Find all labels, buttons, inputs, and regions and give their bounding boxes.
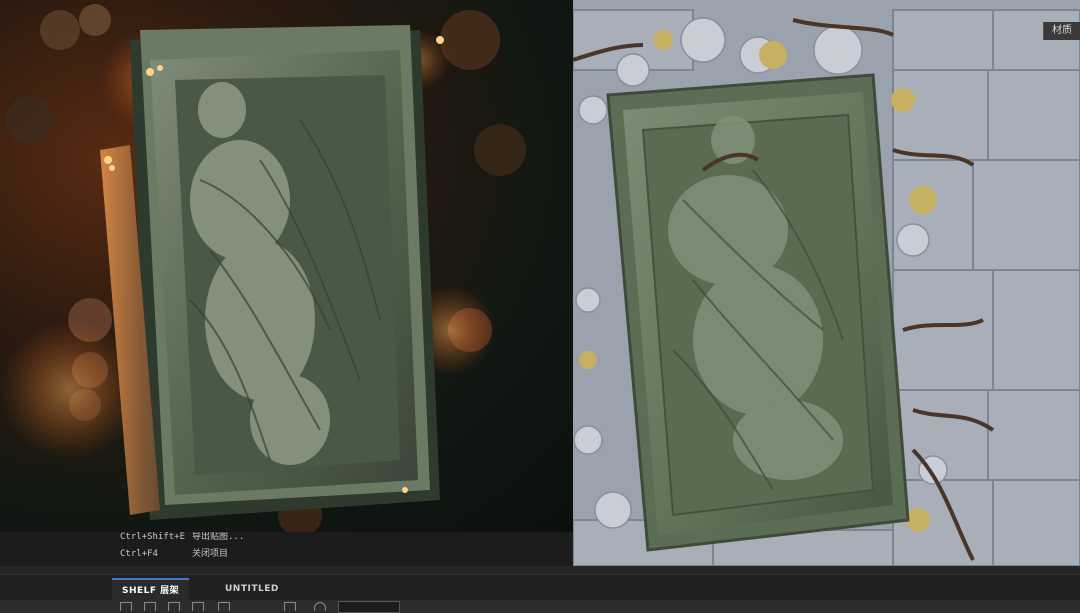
circle-icon[interactable] <box>314 602 326 611</box>
layers-icon[interactable] <box>144 602 156 611</box>
folder-icon[interactable] <box>120 602 132 611</box>
scissors-icon[interactable] <box>192 602 204 611</box>
render-viewport[interactable] <box>0 0 573 532</box>
console-row: Ctrl+F4 关闭项目 <box>120 546 228 559</box>
shortcut-action: 关闭项目 <box>192 549 229 559</box>
render-viewport-footer <box>396 532 573 566</box>
sculpt-viewport[interactable]: 材质 <box>573 0 1080 566</box>
frame-icon[interactable] <box>218 602 230 611</box>
tab-untitled[interactable]: UNTITLED <box>215 578 289 600</box>
shelf-toolbar <box>0 600 1080 613</box>
rendered-coffin-scene <box>0 4 526 532</box>
shortcut-action: 导出贴图... <box>192 532 245 542</box>
shortcut-console: Ctrl+Shift+E 导出贴图... Ctrl+F4 关闭项目 <box>0 532 396 566</box>
panel-divider <box>0 566 1080 574</box>
tab-bar: SHELF 层架 UNTITLED <box>0 574 1080 602</box>
shelf-search-input[interactable] <box>338 601 400 613</box>
console-row: Ctrl+Shift+E 导出贴图... <box>120 532 244 542</box>
sculpt-coffin-scene <box>573 9 1080 566</box>
shortcut-key: Ctrl+Shift+E <box>120 532 186 542</box>
brush-icon[interactable] <box>168 602 180 611</box>
shortcut-key: Ctrl+F4 <box>120 549 158 559</box>
tab-shelf[interactable]: SHELF 层架 <box>112 578 190 602</box>
material-tag[interactable]: 材质 <box>1043 22 1080 40</box>
save-icon[interactable] <box>284 602 296 611</box>
